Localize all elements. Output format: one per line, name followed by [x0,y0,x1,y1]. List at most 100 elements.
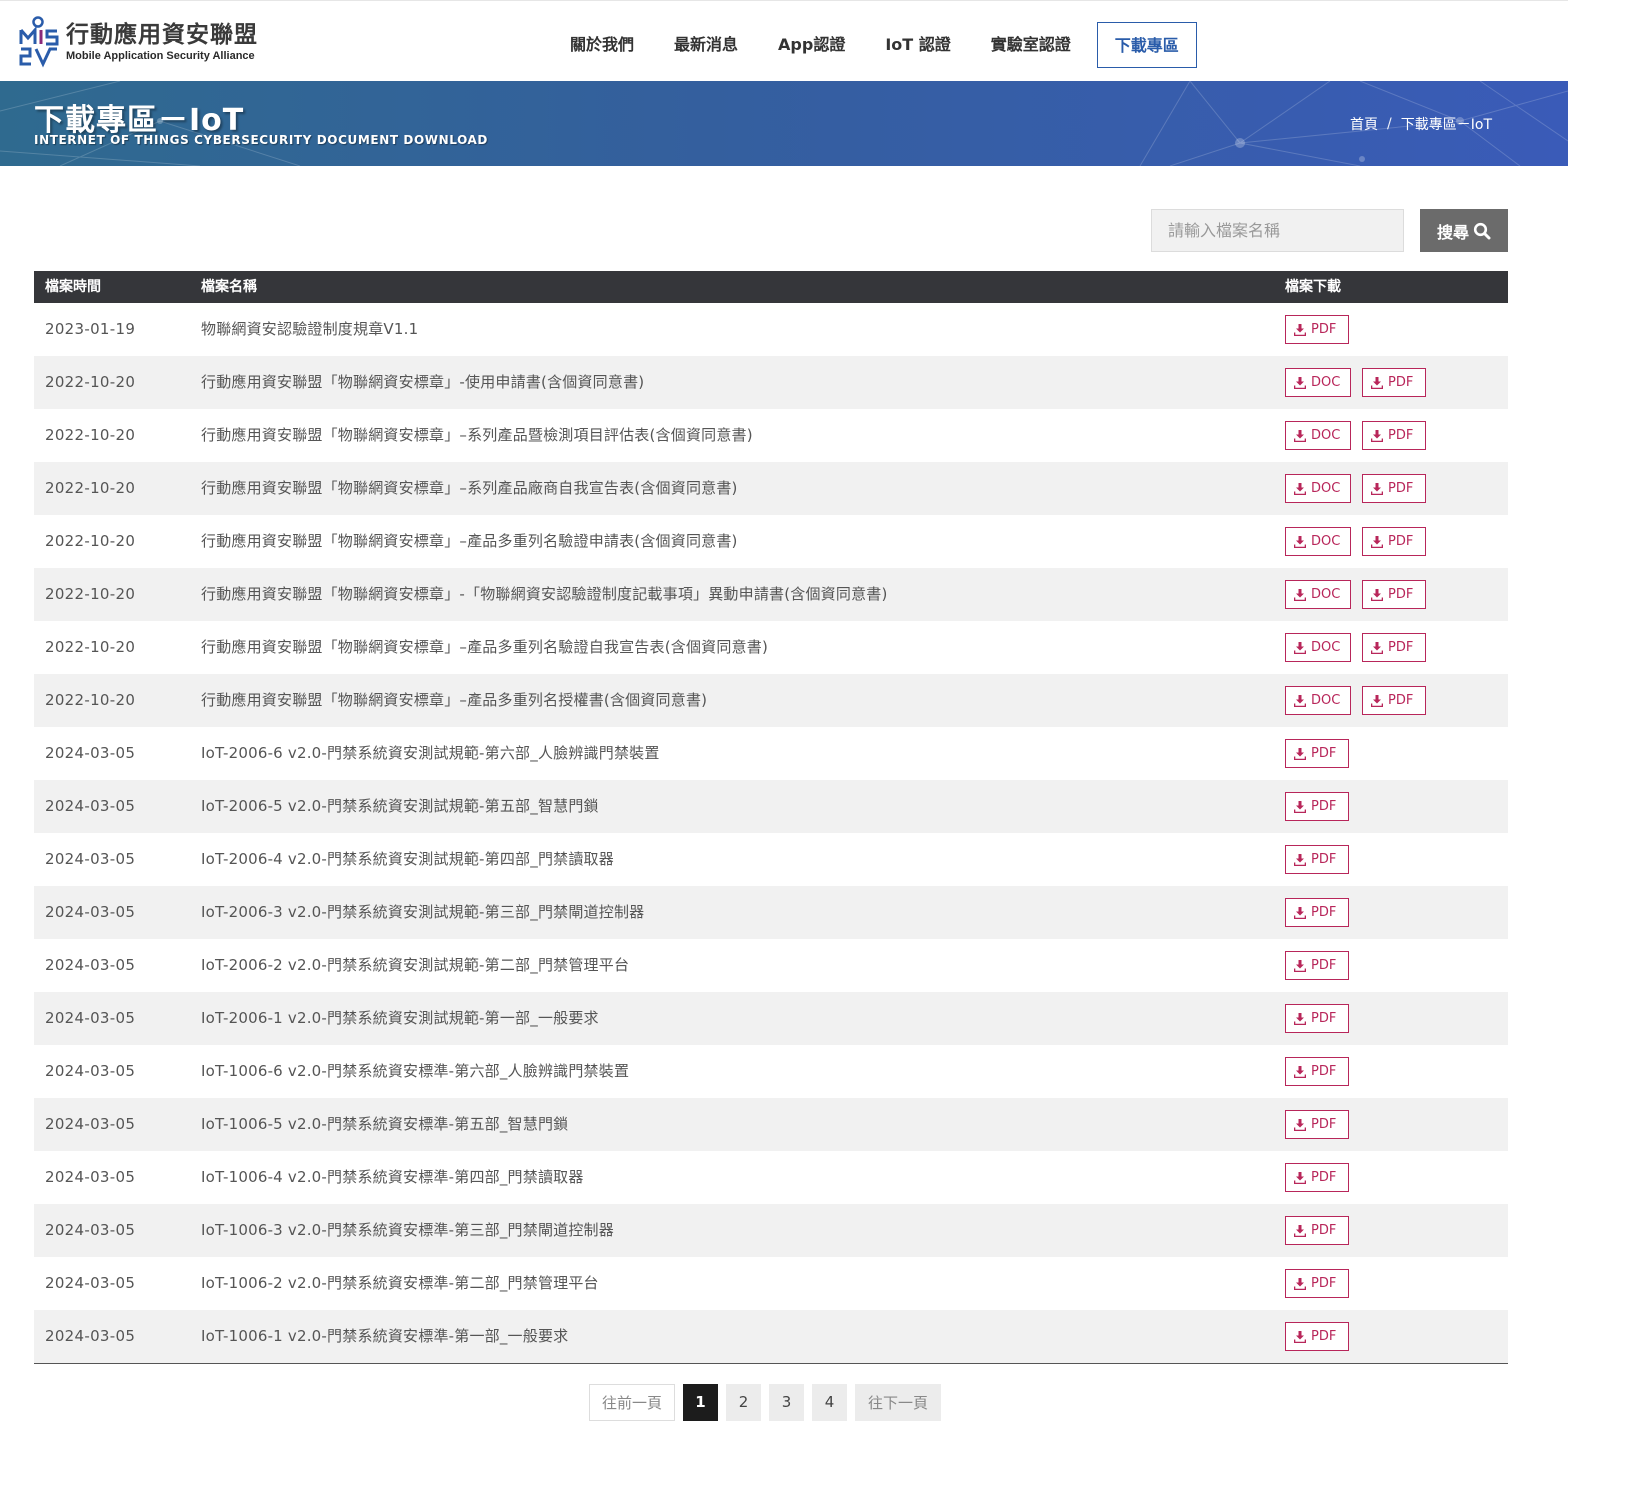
download-icon [1294,1224,1311,1237]
page-button-1[interactable]: 1 [683,1384,719,1421]
file-date: 2022-10-20 [45,691,136,709]
file-date: 2024-03-05 [45,1168,136,1186]
search-button-label: 搜尋 [1436,222,1469,242]
table-row: 2024-03-05 IoT-1006-1 v2.0-門禁系統資安標準-第一部_一… [34,1310,1508,1363]
table-row: 2024-03-05 IoT-2006-4 v2.0-門禁系統資安測試規範-第四部… [34,833,1508,886]
download-doc-button[interactable]: DOC [1285,368,1351,397]
table-row: 2022-10-20 行動應用資安聯盟「物聯網資安標章」-「物聯網資安認驗證制度記… [34,568,1508,621]
file-name: IoT-1006-1 v2.0-門禁系統資安標準-第一部_一般要求 [201,1327,569,1345]
logo-mark-icon [18,16,60,68]
download-format-label: DOC [1311,428,1341,443]
download-pdf-button[interactable]: PDF [1362,527,1426,556]
prev-page-button[interactable]: 往前一頁 [589,1384,676,1421]
file-date: 2024-03-05 [45,956,136,974]
file-name: IoT-2006-4 v2.0-門禁系統資安測試規範-第四部_門禁讀取器 [201,850,614,868]
download-pdf-button[interactable]: PDF [1285,1110,1349,1139]
download-pdf-button[interactable]: PDF [1285,1163,1349,1192]
nav-item-iot-certification[interactable]: IoT 認證 [865,22,970,68]
download-format-label: PDF [1388,481,1414,496]
download-pdf-button[interactable]: PDF [1285,739,1349,768]
download-pdf-button[interactable]: PDF [1362,633,1426,662]
next-page-button[interactable]: 往下一頁 [855,1384,942,1421]
download-buttons: PDF [1285,792,1360,821]
file-name: 行動應用資安聯盟「物聯網資安標章」-使用申請書(含個資同意書) [201,373,645,391]
file-date: 2024-03-05 [45,1327,136,1345]
download-doc-button[interactable]: DOC [1285,633,1351,662]
download-icon [1294,535,1311,548]
nav-item-about[interactable]: 關於我們 [550,22,654,68]
file-name: IoT-1006-5 v2.0-門禁系統資安標準-第五部_智慧門鎖 [201,1115,569,1133]
nav-item-lab-certification[interactable]: 實驗室認證 [971,22,1091,68]
table-row: 2023-01-19 物聯網資安認驗證制度規章V1.1 PDF [34,303,1508,356]
download-buttons: DOC PDF [1285,421,1437,450]
download-pdf-button[interactable]: PDF [1285,792,1349,821]
download-pdf-button[interactable]: PDF [1362,368,1426,397]
download-doc-button[interactable]: DOC [1285,527,1351,556]
file-date: 2024-03-05 [45,1062,136,1080]
file-date: 2022-10-20 [45,638,136,656]
download-pdf-button[interactable]: PDF [1362,580,1426,609]
download-pdf-button[interactable]: PDF [1362,421,1426,450]
download-pdf-button[interactable]: PDF [1285,315,1349,344]
download-pdf-button[interactable]: PDF [1285,1057,1349,1086]
table-row: 2024-03-05 IoT-2006-6 v2.0-門禁系統資安測試規範-第六部… [34,727,1508,780]
file-date: 2024-03-05 [45,1274,136,1292]
table-row: 2022-10-20 行動應用資安聯盟「物聯網資安標章」–系列產品暨檢測項目評估表… [34,409,1508,462]
download-pdf-button[interactable]: PDF [1362,474,1426,503]
table-row: 2022-10-20 行動應用資安聯盟「物聯網資安標章」–產品多重列名驗證自我宣告… [34,621,1508,674]
file-date: 2024-03-05 [45,1115,136,1133]
file-name: 行動應用資安聯盟「物聯網資安標章」–產品多重列名授權書(含個資同意書) [201,691,708,709]
download-pdf-button[interactable]: PDF [1285,1269,1349,1298]
download-format-label: PDF [1311,322,1337,337]
table-row: 2024-03-05 IoT-1006-3 v2.0-門禁系統資安標準-第三部_門… [34,1204,1508,1257]
file-name: 行動應用資安聯盟「物聯網資安標章」–產品多重列名驗證自我宣告表(含個資同意書) [201,638,769,656]
search-input[interactable] [1151,209,1404,252]
download-icon [1294,906,1311,919]
download-format-label: PDF [1311,1117,1337,1132]
file-name: IoT-2006-6 v2.0-門禁系統資安測試規範-第六部_人臉辨識門禁裝置 [201,744,660,762]
brand-name-en: Mobile Application Security Alliance [66,50,255,62]
search-button[interactable]: 搜尋 [1420,209,1508,252]
breadcrumb-home-link[interactable]: 首頁 [1350,114,1378,134]
file-date: 2024-03-05 [45,1009,136,1027]
download-format-label: PDF [1311,1011,1337,1026]
download-buttons: PDF [1285,951,1360,980]
download-buttons: DOC PDF [1285,368,1437,397]
download-pdf-button[interactable]: PDF [1285,1004,1349,1033]
download-format-label: PDF [1388,375,1414,390]
download-icon [1371,482,1388,495]
download-icon [1294,376,1311,389]
page-button-2[interactable]: 2 [726,1384,762,1421]
file-date: 2024-03-05 [45,850,136,868]
page-button-3[interactable]: 3 [769,1384,805,1421]
download-format-label: PDF [1311,852,1337,867]
download-pdf-button[interactable]: PDF [1285,1216,1349,1245]
download-format-label: DOC [1311,587,1341,602]
download-pdf-button[interactable]: PDF [1362,686,1426,715]
page-button-4[interactable]: 4 [812,1384,848,1421]
file-date: 2022-10-20 [45,426,136,444]
download-format-label: PDF [1388,534,1414,549]
nav-item-app-certification[interactable]: App認證 [758,22,865,68]
pagination: 往前一頁 1 2 3 4 往下一頁 [589,1384,949,1421]
nav-item-news[interactable]: 最新消息 [654,22,758,68]
download-pdf-button[interactable]: PDF [1285,898,1349,927]
download-doc-button[interactable]: DOC [1285,421,1351,450]
file-name: IoT-1006-4 v2.0-門禁系統資安標準-第四部_門禁讀取器 [201,1168,584,1186]
file-name: IoT-2006-5 v2.0-門禁系統資安測試規範-第五部_智慧門鎖 [201,797,599,815]
file-date: 2022-10-20 [45,585,136,603]
download-pdf-button[interactable]: PDF [1285,845,1349,874]
download-doc-button[interactable]: DOC [1285,580,1351,609]
download-icon [1294,800,1311,813]
file-date: 2022-10-20 [45,479,136,497]
download-icon [1371,429,1388,442]
download-pdf-button[interactable]: PDF [1285,1322,1349,1351]
download-format-label: PDF [1311,1064,1337,1079]
download-buttons: PDF [1285,1269,1360,1298]
download-doc-button[interactable]: DOC [1285,474,1351,503]
download-pdf-button[interactable]: PDF [1285,951,1349,980]
nav-item-downloads[interactable]: 下載專區 [1096,22,1197,68]
site-logo[interactable]: 行動應用資安聯盟 Mobile Application Security All… [18,15,278,69]
download-icon [1294,1171,1311,1184]
download-doc-button[interactable]: DOC [1285,686,1351,715]
